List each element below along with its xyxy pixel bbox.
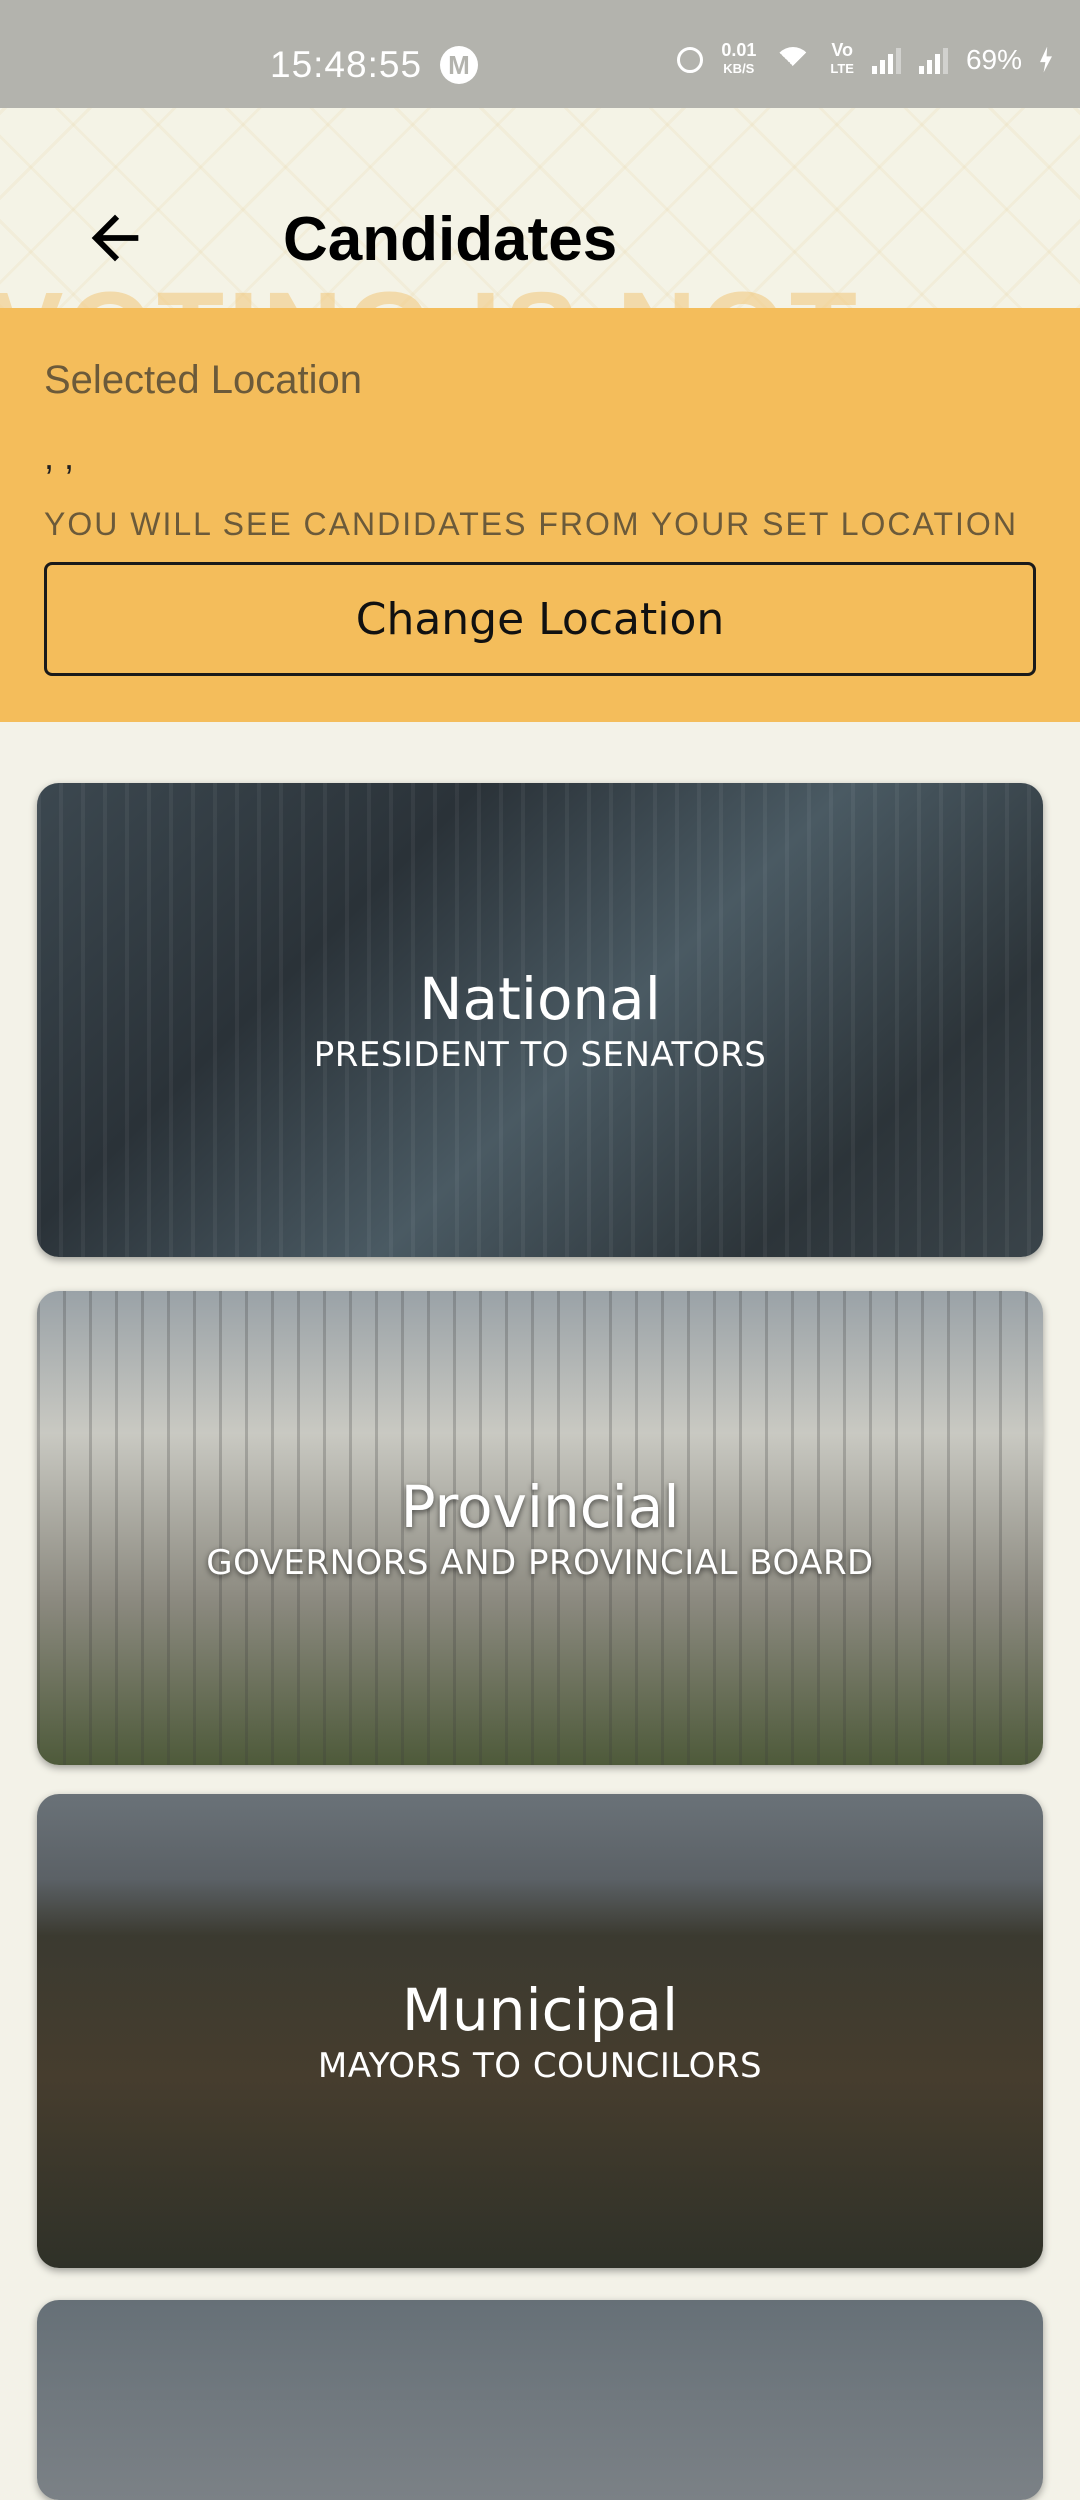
battery-level: 69%: [965, 43, 1022, 75]
location-hint: YOU WILL SEE CANDIDATES FROM YOUR SET LO…: [44, 506, 1018, 542]
status-icons: 0.01 KB/S Vo LTE 69%: [677, 40, 1052, 77]
back-button[interactable]: [80, 203, 150, 273]
card-title: National: [419, 965, 661, 1033]
municipal-card[interactable]: Municipal MAYORS TO COUNCILORS: [37, 1794, 1043, 2268]
charging-icon: [1040, 46, 1052, 73]
app-header: VOTING IS NOT Candidates: [0, 108, 1080, 308]
selected-location-value: , ,: [44, 436, 75, 477]
partial-card[interactable]: [37, 2300, 1043, 2500]
provincial-card[interactable]: Provincial GOVERNORS AND PROVINCIAL BOAR…: [37, 1291, 1043, 1765]
volte-bottom: LTE: [830, 61, 854, 76]
status-bar: 15:48:55 M 0.01 KB/S Vo LTE 69%: [0, 0, 1080, 108]
national-card[interactable]: National PRESIDENT TO SENATORS: [37, 783, 1043, 1257]
signal-icon: [918, 46, 948, 74]
alarm-icon: [677, 46, 704, 73]
status-time: 15:48:55: [270, 44, 423, 85]
location-panel: Selected Location , , YOU WILL SEE CANDI…: [0, 308, 1080, 722]
network-speed-unit: KB/S: [723, 61, 755, 76]
card-title: Municipal: [401, 1976, 679, 2044]
network-speed: 0.01 KB/S: [721, 40, 757, 77]
card-subtitle: PRESIDENT TO SENATORS: [313, 1035, 767, 1075]
volte-top: Vo: [831, 40, 853, 60]
volte-icon: Vo LTE: [830, 40, 854, 77]
signal-icon: [871, 46, 901, 74]
card-title: Provincial: [400, 1473, 680, 1541]
selected-location-label: Selected Location: [44, 358, 363, 402]
change-location-button[interactable]: Change Location: [44, 562, 1036, 676]
card-subtitle: GOVERNORS AND PROVINCIAL BOARD: [206, 1543, 874, 1583]
network-speed-value: 0.01: [721, 40, 757, 60]
wifi-icon: [774, 46, 813, 73]
back-arrow-icon: [91, 214, 139, 262]
page-title: Candidates: [283, 205, 618, 274]
card-subtitle: MAYORS TO COUNCILORS: [317, 2046, 763, 2086]
m-app-icon: M: [440, 46, 478, 84]
